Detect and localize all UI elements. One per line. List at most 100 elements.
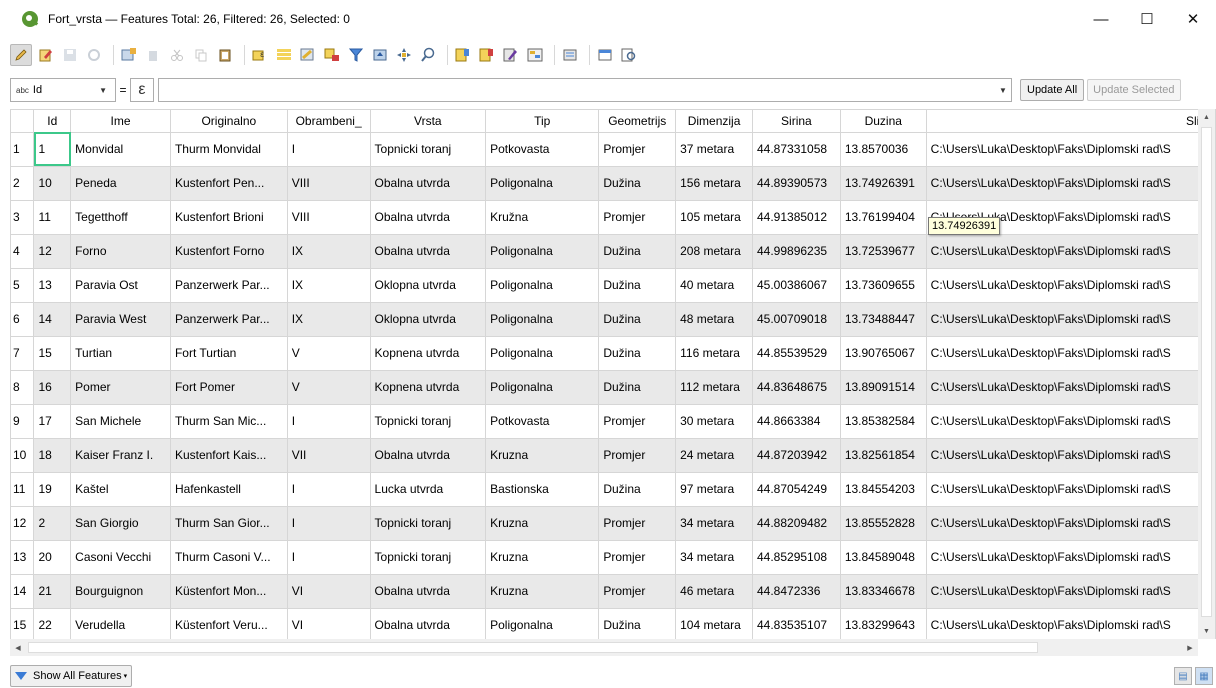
table-cell[interactable]: Poligonalna [485,608,600,639]
table-cell[interactable]: 13.90765067 [840,336,927,371]
table-cell[interactable]: 13.85552828 [840,506,927,541]
table-row[interactable]: 7 15 Turtian Fort Turtian V Kopnena utvrda Pol… [11,336,1216,371]
table-row[interactable]: 6 14 Paravia West Panzerwerk Par... IX Oklopn… [11,302,1216,337]
table-cell[interactable]: Kopnena utvrda [370,336,487,371]
maximize-button[interactable]: ☐ [1124,0,1170,38]
table-cell[interactable]: I [287,404,371,439]
column-header[interactable]: Id [33,110,72,133]
table-cell[interactable]: Obalna utvrda [370,608,487,639]
new-field-icon[interactable] [453,45,473,65]
table-row[interactable]: 3 11 Tegetthoff Kustenfort Brioni VIII Obalna… [11,200,1216,235]
table-cell[interactable]: Kustenfort Forno [170,234,288,269]
table-cell[interactable]: Thurm Monvidal [170,132,288,167]
table-cell[interactable]: 21 [33,574,72,609]
table-cell[interactable]: Promjer [598,132,677,167]
table-cell[interactable]: 116 metara [675,336,753,371]
row-number[interactable]: 14 [11,574,35,609]
row-number[interactable]: 4 [11,234,35,269]
table-cell[interactable]: IX [287,234,371,269]
table-cell[interactable]: 18 [33,438,72,473]
table-cell[interactable]: Forno [70,234,171,269]
table-cell[interactable]: 45.00386067 [752,268,841,303]
table-cell[interactable]: C:\Users\Luka\Desktop\Faks\Diplomski rad… [926,336,1216,371]
expression-select-icon[interactable]: ε [250,45,270,65]
table-cell[interactable]: V [287,336,371,371]
table-cell[interactable]: C:\Users\Luka\Desktop\Faks\Diplomski rad… [926,370,1216,405]
table-cell[interactable]: Panzerwerk Par... [170,302,288,337]
table-cell[interactable]: Thurm San Mic... [170,404,288,439]
table-row[interactable]: 1 1 Monvidal Thurm Monvidal I Topnicki toranj… [11,132,1216,167]
column-header[interactable]: Tip [485,110,600,133]
table-cell[interactable]: 13.84589048 [840,540,927,575]
table-cell[interactable]: Poligonalna [485,336,600,371]
table-cell[interactable]: Promjer [598,506,677,541]
table-cell[interactable]: I [287,506,371,541]
column-header[interactable]: Duzina [840,110,927,133]
column-header[interactable]: Slika [926,110,1216,133]
table-cell[interactable]: Obalna utvrda [370,200,487,235]
row-number[interactable]: 11 [11,472,35,507]
table-cell[interactable]: Kustenfort Brioni [170,200,288,235]
table-cell[interactable]: Potkovasta [485,404,600,439]
column-header[interactable]: Geometrijs [598,110,677,133]
table-cell[interactable]: C:\Users\Luka\Desktop\Faks\Diplomski rad… [926,166,1216,201]
table-cell[interactable]: 44.8472336 [752,574,841,609]
table-cell[interactable]: Hafenkastell [170,472,288,507]
table-cell[interactable]: 44.85295108 [752,540,841,575]
pan-to-selected-icon[interactable] [394,45,414,65]
table-cell[interactable]: San Michele [70,404,171,439]
table-cell[interactable]: 44.87331058 [752,132,841,167]
table-cell[interactable]: Verudella [70,608,171,639]
table-cell[interactable]: 44.8663384 [752,404,841,439]
save-edits-icon[interactable] [60,45,80,65]
table-cell[interactable]: 20 [33,540,72,575]
table-cell[interactable]: Thurm San Gior... [170,506,288,541]
table-row[interactable]: 15 22 Verudella Küstenfort Veru... VI Obalna … [11,608,1216,639]
expression-input[interactable] [158,78,1012,102]
table-cell[interactable]: C:\Users\Luka\Desktop\Faks\Diplomski rad… [926,268,1216,303]
deselect-icon[interactable] [322,45,342,65]
conditional-formatting-icon[interactable] [525,45,545,65]
table-cell[interactable]: Poligonalna [485,370,600,405]
table-cell[interactable]: C:\Users\Luka\Desktop\Faks\Diplomski rad… [926,472,1216,507]
table-cell[interactable]: Casoni Vecchi [70,540,171,575]
table-cell[interactable]: Thurm Casoni V... [170,540,288,575]
add-feature-icon[interactable] [119,45,139,65]
table-cell[interactable]: VII [287,438,371,473]
table-cell[interactable]: Topnicki toranj [370,506,487,541]
table-cell[interactable]: Kruzna [485,574,600,609]
table-cell[interactable]: Potkovasta [485,132,600,167]
delete-field-icon[interactable] [477,45,497,65]
column-header[interactable]: Originalno [170,110,288,133]
row-number[interactable]: 7 [11,336,35,371]
table-cell[interactable]: V [287,370,371,405]
table-row[interactable]: 2 10 Peneda Kustenfort Pen... VIII Obalna utv… [11,166,1216,201]
table-cell[interactable]: Küstenfort Veru... [170,608,288,639]
table-cell[interactable]: 13.84554203 [840,472,927,507]
table-cell[interactable]: 13.89091514 [840,370,927,405]
table-cell[interactable]: Paravia West [70,302,171,337]
table-cell[interactable]: 22 [33,608,72,639]
table-cell[interactable]: Dužina [598,472,677,507]
table-cell[interactable]: 1 [33,132,72,167]
table-cell[interactable]: Küstenfort Mon... [170,574,288,609]
table-cell[interactable]: I [287,132,371,167]
table-cell[interactable]: 44.88209482 [752,506,841,541]
table-row[interactable]: 14 21 Bourguignon Küstenfort Mon... VI Obalna… [11,574,1216,609]
copy-icon[interactable] [191,45,211,65]
table-cell[interactable]: Obalna utvrda [370,234,487,269]
table-cell[interactable]: 13.74926391 [840,166,927,201]
table-cell[interactable]: 44.87054249 [752,472,841,507]
table-cell[interactable]: IX [287,302,371,337]
table-cell[interactable]: Kopnena utvrda [370,370,487,405]
table-cell[interactable]: Dužina [598,370,677,405]
row-number[interactable]: 1 [11,132,35,167]
row-number[interactable]: 6 [11,302,35,337]
table-cell[interactable]: Kustenfort Pen... [170,166,288,201]
table-cell[interactable]: Topnicki toranj [370,132,487,167]
row-number[interactable]: 5 [11,268,35,303]
update-all-button[interactable]: Update All [1020,79,1085,101]
form-view-icon[interactable] [619,45,639,65]
move-to-top-icon[interactable] [370,45,390,65]
row-number[interactable]: 3 [11,200,35,235]
